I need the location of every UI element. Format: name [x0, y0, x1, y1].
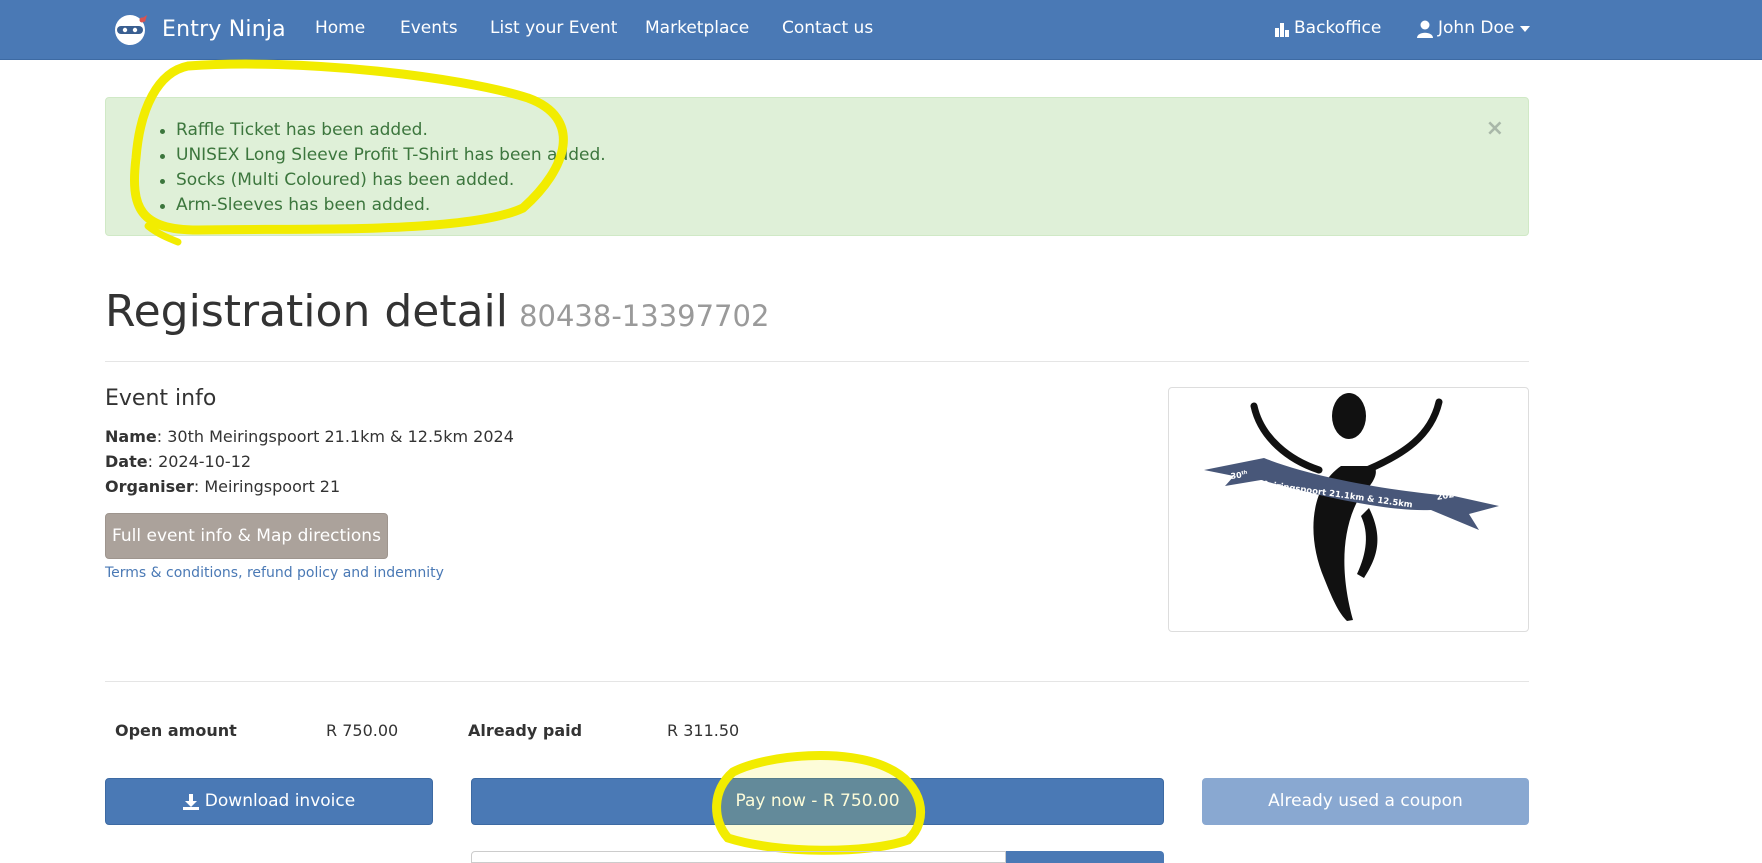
event-name: 30th Meiringspoort 21.1km & 12.5km 2024 — [167, 427, 514, 446]
download-invoice-label: Download invoice — [204, 791, 356, 811]
list-item: Arm-Sleeves has been added. — [160, 193, 606, 218]
pay-now-label: Pay now - R 750.00 — [735, 791, 900, 811]
list-item: Raffle Ticket has been added. — [160, 118, 606, 143]
added-items-list: Raffle Ticket has been added. UNISEX Lon… — [160, 118, 606, 218]
nav-marketplace[interactable]: Marketplace — [645, 0, 749, 57]
bar-chart-icon — [1275, 22, 1289, 37]
nav-events[interactable]: Events — [400, 0, 458, 57]
event-organiser-line: Organiser: Meiringspoort 21 — [105, 477, 341, 496]
success-alert: Raffle Ticket has been added. UNISEX Lon… — [105, 97, 1529, 236]
page-title-text: Registration detail — [105, 286, 508, 337]
download-invoice-button[interactable]: Download invoice — [105, 778, 433, 825]
event-name-line: Name: 30th Meiringspoort 21.1km & 12.5km… — [105, 427, 514, 446]
divider — [105, 681, 1529, 682]
list-item: UNISEX Long Sleeve Profit T-Shirt has be… — [160, 143, 606, 168]
coupon-code-input[interactable] — [471, 851, 1006, 863]
event-name-label: Name — [105, 427, 157, 446]
nav-list-your-event[interactable]: List your Event — [490, 0, 617, 57]
user-menu[interactable]: John Doe — [1416, 0, 1531, 57]
download-icon — [182, 793, 199, 810]
list-item: Socks (Multi Coloured) has been added. — [160, 168, 606, 193]
event-logo: 30th Meiringspoort 21.1km & 12.5km 2024 — [1204, 393, 1499, 621]
pay-now-button[interactable]: Pay now - R 750.00 — [471, 778, 1164, 825]
open-amount-label: Open amount — [115, 721, 237, 740]
event-organiser-label: Organiser — [105, 477, 194, 496]
already-paid-label: Already paid — [468, 721, 583, 740]
nav-contact-us[interactable]: Contact us — [782, 0, 873, 57]
event-info-heading: Event info — [105, 386, 217, 411]
registration-reference: 80438-13397702 — [519, 299, 770, 333]
brand-link[interactable]: Entry Ninja — [112, 10, 286, 48]
event-logo-image: 30th Meiringspoort 21.1km & 12.5km 2024 — [1168, 387, 1529, 632]
full-event-info-button[interactable]: Full event info & Map directions — [105, 513, 388, 559]
event-organiser: Meiringspoort 21 — [204, 477, 341, 496]
open-amount-value: R 750.00 — [326, 721, 399, 740]
brand-name: Entry Ninja — [162, 16, 286, 42]
nav-backoffice[interactable]: Backoffice — [1274, 0, 1381, 57]
apply-coupon-button[interactable] — [1006, 851, 1164, 863]
top-navbar: Entry Ninja Home Events List your Event … — [0, 0, 1762, 60]
nav-home[interactable]: Home — [315, 0, 365, 57]
backoffice-label: Backoffice — [1294, 18, 1382, 38]
event-date: 2024-10-12 — [158, 452, 252, 471]
already-paid-value: R 311.50 — [667, 721, 740, 740]
close-icon[interactable]: × — [1486, 118, 1504, 140]
page-title: Registration detail 80438-13397702 — [105, 286, 769, 337]
terms-link[interactable]: Terms & conditions, refund policy and in… — [105, 565, 444, 581]
event-date-label: Date — [105, 452, 148, 471]
chevron-down-icon — [1520, 25, 1531, 32]
ninja-icon — [115, 15, 147, 45]
user-icon — [1417, 20, 1433, 38]
already-used-coupon-button[interactable]: Already used a coupon — [1202, 778, 1529, 825]
user-name: John Doe — [1438, 18, 1515, 38]
coupon-button-label: Already used a coupon — [1268, 791, 1463, 811]
divider — [105, 361, 1529, 362]
event-date-line: Date: 2024-10-12 — [105, 452, 252, 471]
